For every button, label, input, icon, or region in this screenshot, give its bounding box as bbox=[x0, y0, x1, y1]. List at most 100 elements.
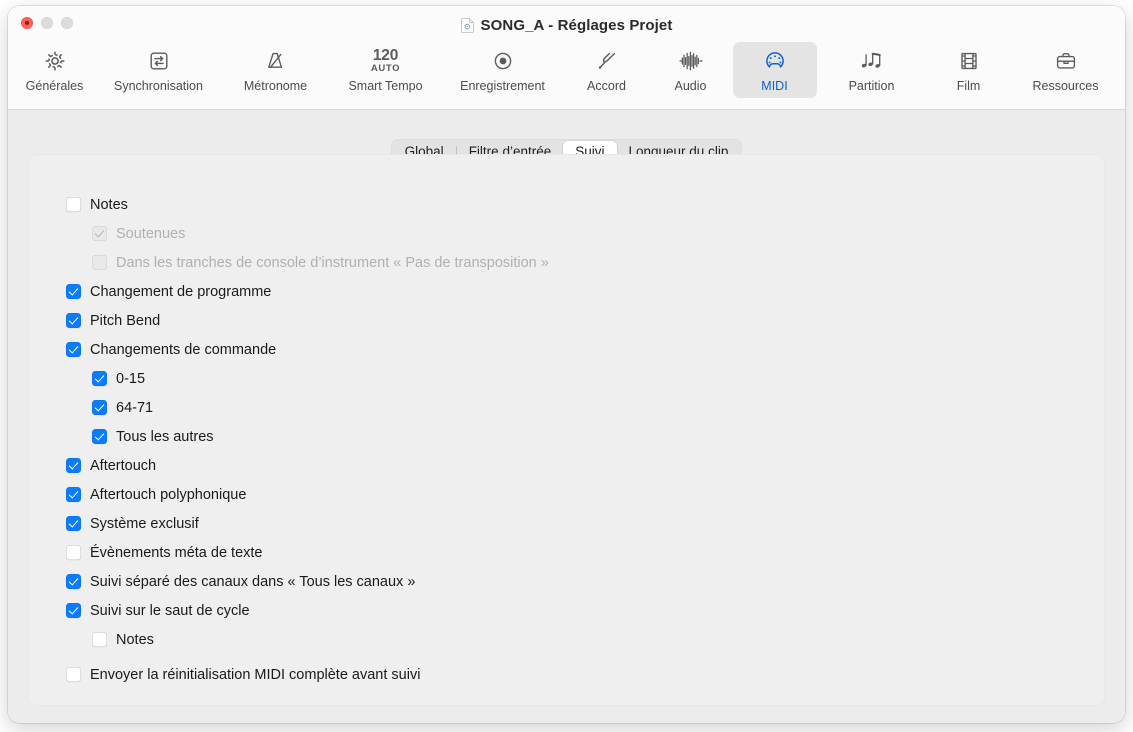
toolbar-item-label: Film bbox=[956, 79, 981, 93]
checkbox-pas-de-transposition bbox=[92, 255, 107, 270]
checkbox-label: Changements de commande bbox=[90, 341, 277, 358]
sync-arrows-icon bbox=[147, 48, 171, 74]
checkbox-notes-saut-de-cycle[interactable] bbox=[92, 632, 107, 647]
checkbox-systeme-exclusif[interactable] bbox=[66, 516, 81, 531]
checkbox-label: Suivi séparé des canaux dans « Tous les … bbox=[90, 573, 416, 590]
window-title: SONG_A - Réglages Projet bbox=[480, 16, 673, 34]
checkbox-row-suivi-separe-des-canaux[interactable]: Suivi séparé des canaux dans « Tous les … bbox=[66, 567, 1085, 596]
tempo-value: 120 bbox=[372, 47, 399, 64]
checkbox-label: Aftertouch bbox=[90, 457, 157, 474]
gear-icon bbox=[43, 48, 67, 74]
checkbox-label: Pitch Bend bbox=[90, 312, 161, 329]
toolbar-item-label: Accord bbox=[587, 79, 626, 93]
toolbar-item-metronome[interactable]: Métronome bbox=[221, 42, 331, 98]
checkbox-row-suivi-sur-le-saut-de-cycle[interactable]: Suivi sur le saut de cycle bbox=[66, 596, 1085, 625]
toolbar-item-generales[interactable]: Générales bbox=[13, 42, 97, 98]
toolbar-item-partition[interactable]: Partition bbox=[817, 42, 927, 98]
checkbox-label: Suivi sur le saut de cycle bbox=[90, 602, 250, 619]
checkbox-evenements-meta-de-texte[interactable] bbox=[66, 545, 81, 560]
tempo-mode: AUTO bbox=[370, 63, 401, 74]
checkbox-row-tous-les-autres[interactable]: Tous les autres bbox=[66, 422, 1085, 451]
checkbox-soutenues bbox=[92, 226, 107, 241]
checkbox-suivi-separe-des-canaux[interactable] bbox=[66, 574, 81, 589]
checkbox-label: Envoyer la réinitialisation MIDI complèt… bbox=[90, 666, 421, 683]
music-notes-icon bbox=[859, 48, 885, 74]
checkbox-changements-de-commande[interactable] bbox=[66, 342, 81, 357]
checkbox-row-64-71[interactable]: 64-71 bbox=[66, 393, 1085, 422]
checkbox-label: Notes bbox=[90, 196, 128, 213]
checkbox-changement-de-programme[interactable] bbox=[66, 284, 81, 299]
toolbar-item-label: Smart Tempo bbox=[348, 79, 423, 93]
checkbox-row-envoyer-reinitialisation-midi[interactable]: Envoyer la réinitialisation MIDI complèt… bbox=[66, 660, 1085, 689]
settings-toolbar: Générales Synchronisation Métronome 120 … bbox=[8, 42, 1125, 104]
checkbox-envoyer-reinitialisation-midi[interactable] bbox=[66, 667, 81, 682]
toolbar-item-smart-tempo[interactable]: 120 AUTO Smart Tempo bbox=[331, 42, 441, 98]
checkbox-64-71[interactable] bbox=[92, 400, 107, 415]
checkbox-row-notes-saut-de-cycle[interactable]: Notes bbox=[66, 625, 1085, 654]
checkbox-row-pitch-bend[interactable]: Pitch Bend bbox=[66, 306, 1085, 335]
toolbar-item-label: Synchronisation bbox=[114, 79, 203, 93]
toolbar-item-ressources[interactable]: Ressources bbox=[1011, 42, 1121, 98]
toolbar-item-film[interactable]: Film bbox=[927, 42, 1011, 98]
checkbox-label: Dans les tranches de console d’instrumen… bbox=[116, 254, 549, 271]
window-title-group: SONG_A - Réglages Projet bbox=[8, 14, 1125, 36]
briefcase-icon bbox=[1054, 48, 1078, 74]
checkbox-label: Système exclusif bbox=[90, 515, 199, 532]
toolbar-item-synchronisation[interactable]: Synchronisation bbox=[97, 42, 221, 98]
checkbox-row-notes[interactable]: Notes bbox=[66, 190, 1085, 219]
close-button[interactable] bbox=[21, 17, 33, 29]
checkbox-aftertouch-polyphonique[interactable] bbox=[66, 487, 81, 502]
toolbar-item-accord[interactable]: Accord bbox=[565, 42, 649, 98]
checkbox-row-evenements-meta-de-texte[interactable]: Évènements méta de texte bbox=[66, 538, 1085, 567]
record-circle-icon bbox=[491, 48, 515, 74]
toolbar-item-label: Partition bbox=[848, 79, 895, 93]
waveform-icon bbox=[678, 48, 704, 74]
metronome-icon bbox=[264, 48, 288, 74]
checkbox-label: Changement de programme bbox=[90, 283, 272, 300]
settings-panel: Notes Soutenues Dans les tranches de con… bbox=[28, 154, 1105, 706]
film-strip-icon bbox=[957, 48, 981, 74]
traffic-light-group bbox=[21, 17, 73, 29]
checkbox-aftertouch[interactable] bbox=[66, 458, 81, 473]
checkbox-label: Tous les autres bbox=[116, 428, 214, 445]
toolbar-item-label: Générales bbox=[25, 79, 84, 93]
screen: SONG_A - Réglages Projet Générales Synch… bbox=[0, 0, 1133, 732]
checkbox-row-aftertouch-polyphonique[interactable]: Aftertouch polyphonique bbox=[66, 480, 1085, 509]
window-body: Global Filtre d’entrée Suivi Longueur du… bbox=[8, 110, 1125, 723]
checkbox-label: 64-71 bbox=[116, 399, 154, 416]
checkbox-notes[interactable] bbox=[66, 197, 81, 212]
checkbox-tous-les-autres[interactable] bbox=[92, 429, 107, 444]
suivi-checkbox-list: Notes Soutenues Dans les tranches de con… bbox=[66, 190, 1085, 689]
toolbar-item-midi[interactable]: MIDI bbox=[732, 42, 817, 98]
tempo-120-auto-icon: 120 AUTO bbox=[371, 48, 400, 74]
toolbar-item-enregistrement[interactable]: Enregistrement bbox=[441, 42, 565, 98]
checkbox-row-0-15[interactable]: 0-15 bbox=[66, 364, 1085, 393]
checkbox-row-soutenues: Soutenues bbox=[66, 219, 1085, 248]
checkbox-row-changements-de-commande[interactable]: Changements de commande bbox=[66, 335, 1085, 364]
tuning-fork-icon bbox=[595, 48, 619, 74]
project-settings-window: SONG_A - Réglages Projet Générales Synch… bbox=[8, 6, 1125, 723]
window-titlebar: SONG_A - Réglages Projet Générales Synch… bbox=[8, 6, 1125, 110]
toolbar-item-label: Audio bbox=[674, 79, 707, 93]
checkbox-label: Soutenues bbox=[116, 225, 186, 242]
checkbox-label: Notes bbox=[116, 631, 154, 648]
checkbox-label: Aftertouch polyphonique bbox=[90, 486, 247, 503]
midi-din-icon bbox=[763, 48, 787, 74]
zoom-button[interactable] bbox=[61, 17, 73, 29]
checkbox-row-pas-de-transposition: Dans les tranches de console d’instrumen… bbox=[66, 248, 1085, 277]
checkbox-label: Évènements méta de texte bbox=[90, 544, 263, 561]
checkbox-row-changement-de-programme[interactable]: Changement de programme bbox=[66, 277, 1085, 306]
minimize-button[interactable] bbox=[41, 17, 53, 29]
toolbar-item-audio[interactable]: Audio bbox=[649, 42, 733, 98]
checkbox-label: 0-15 bbox=[116, 370, 146, 387]
toolbar-item-label: MIDI bbox=[761, 79, 788, 93]
document-icon bbox=[460, 17, 474, 33]
checkbox-row-aftertouch[interactable]: Aftertouch bbox=[66, 451, 1085, 480]
checkbox-pitch-bend[interactable] bbox=[66, 313, 81, 328]
toolbar-item-label: Métronome bbox=[243, 79, 308, 93]
toolbar-item-label: Enregistrement bbox=[460, 79, 545, 93]
checkbox-suivi-sur-le-saut-de-cycle[interactable] bbox=[66, 603, 81, 618]
toolbar-item-label: Ressources bbox=[1032, 79, 1099, 93]
checkbox-row-systeme-exclusif[interactable]: Système exclusif bbox=[66, 509, 1085, 538]
checkbox-0-15[interactable] bbox=[92, 371, 107, 386]
